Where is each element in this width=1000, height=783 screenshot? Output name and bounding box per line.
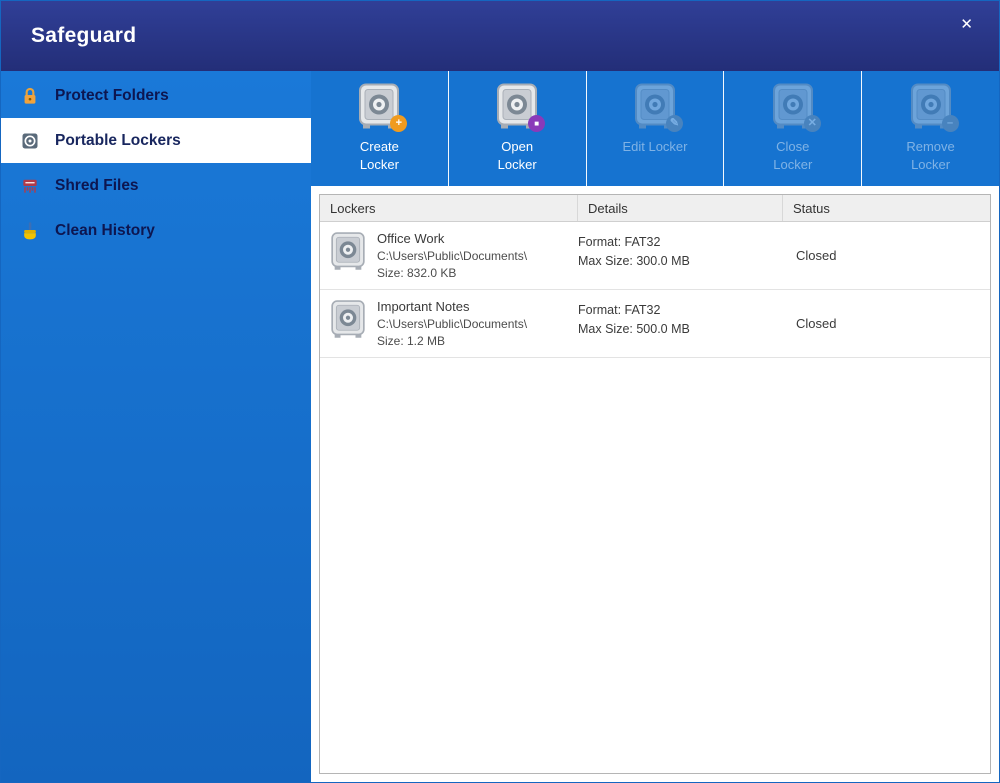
edit-badge-icon: ✎ bbox=[665, 115, 683, 132]
sidebar-item-portable-lockers[interactable]: Portable Lockers bbox=[1, 118, 311, 163]
status-badge: Closed bbox=[796, 315, 837, 331]
toolbar-button-label: Close Locker bbox=[773, 139, 813, 173]
sidebar-item-label: Clean History bbox=[55, 221, 155, 239]
safe-icon: – bbox=[907, 82, 959, 132]
safe-icon bbox=[328, 231, 368, 271]
table-header: Lockers Details Status bbox=[320, 195, 990, 222]
locker-name: Office Work bbox=[377, 231, 445, 246]
sidebar-item-shred-files[interactable]: Shred Files bbox=[1, 163, 311, 208]
column-header-details[interactable]: Details bbox=[578, 195, 783, 221]
column-header-lockers[interactable]: Lockers bbox=[320, 195, 578, 221]
open-locker-button[interactable]: ■ Open Locker bbox=[449, 71, 587, 186]
toolbar-button-label: Edit Locker bbox=[622, 139, 688, 154]
table-body: Office Work C:\Users\Public\Documents\ S… bbox=[320, 222, 990, 773]
sidebar-item-label: Shred Files bbox=[55, 176, 139, 194]
locker-size: Size: 832.0 KB bbox=[377, 265, 457, 280]
locker-cell: Important Notes C:\Users\Public\Document… bbox=[320, 297, 578, 350]
safe-icon: ✕ bbox=[769, 82, 821, 132]
status-cell: Closed bbox=[783, 297, 990, 350]
status-badge: Closed bbox=[796, 247, 837, 263]
toolbar-button-label: Remove Locker bbox=[906, 139, 955, 173]
toolbar-button-label: Create Locker bbox=[359, 139, 399, 173]
locker-path: C:\Users\Public\Documents\ bbox=[377, 316, 528, 331]
toolbar-button-label: Open Locker bbox=[497, 139, 537, 173]
remove-badge-icon: – bbox=[941, 115, 959, 132]
sidebar-item-protect-folders[interactable]: Protect Folders bbox=[1, 73, 311, 118]
remove-locker-button[interactable]: – Remove Locker bbox=[862, 71, 999, 186]
locker-toolbar: + Create Locker ■ Open Locker ✎ Edit Loc… bbox=[311, 71, 999, 186]
close-button[interactable]: ✕ bbox=[954, 13, 979, 36]
safe-icon: + bbox=[355, 82, 408, 132]
window-title: Safeguard bbox=[31, 24, 137, 47]
close-locker-button[interactable]: ✕ Close Locker bbox=[724, 71, 863, 186]
locker-size: Size: 1.2 MB bbox=[377, 333, 446, 348]
close-badge-icon: ✕ bbox=[803, 115, 821, 132]
content-area: Lockers Details Status Office Work C:\Us… bbox=[311, 186, 999, 782]
safe-icon: ✎ bbox=[631, 82, 683, 132]
status-cell: Closed bbox=[783, 229, 990, 282]
lockers-panel: Lockers Details Status Office Work C:\Us… bbox=[319, 194, 991, 774]
edit-locker-button[interactable]: ✎ Edit Locker bbox=[587, 71, 725, 186]
details-cell: Format: FAT32 Max Size: 300.0 MB bbox=[578, 229, 783, 282]
table-row[interactable]: Office Work C:\Users\Public\Documents\ S… bbox=[320, 222, 990, 290]
locker-format: Format: FAT32 bbox=[578, 302, 661, 317]
locker-format: Format: FAT32 bbox=[578, 235, 661, 249]
open-badge-icon: ■ bbox=[528, 115, 546, 132]
locker-cell: Office Work C:\Users\Public\Documents\ S… bbox=[320, 229, 578, 282]
titlebar: Safeguard ✕ bbox=[1, 1, 999, 71]
locker-path: C:\Users\Public\Documents\ bbox=[377, 249, 528, 264]
create-locker-button[interactable]: + Create Locker bbox=[311, 71, 449, 186]
lock-icon bbox=[19, 85, 41, 107]
column-header-status[interactable]: Status bbox=[783, 195, 990, 221]
sidebar-item-clean-history[interactable]: Clean History bbox=[1, 208, 311, 253]
plus-badge-icon: + bbox=[390, 115, 408, 132]
locker-name: Important Notes bbox=[377, 298, 470, 314]
safe-icon bbox=[328, 299, 368, 339]
sidebar-item-label: Portable Lockers bbox=[55, 131, 181, 149]
shredder-icon bbox=[19, 175, 41, 197]
table-row[interactable]: Important Notes C:\Users\Public\Document… bbox=[320, 290, 990, 358]
locker-icon bbox=[19, 130, 41, 152]
locker-max-size: Max Size: 500.0 MB bbox=[578, 322, 690, 337]
brush-icon bbox=[19, 220, 41, 242]
details-cell: Format: FAT32 Max Size: 500.0 MB bbox=[578, 297, 783, 350]
app-window: Safeguard ✕ Protect Folders Portable Loc… bbox=[0, 0, 1000, 783]
sidebar: Protect Folders Portable Lockers Shred F… bbox=[1, 71, 311, 782]
sidebar-item-label: Protect Folders bbox=[55, 86, 169, 104]
safe-icon: ■ bbox=[493, 82, 546, 132]
locker-max-size: Max Size: 300.0 MB bbox=[578, 254, 690, 269]
